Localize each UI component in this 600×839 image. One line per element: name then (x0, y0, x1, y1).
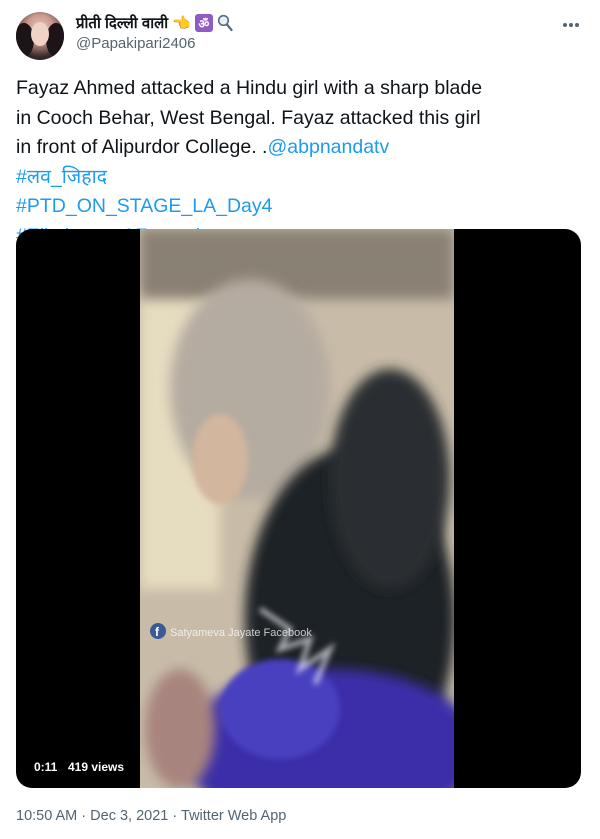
tweet-text-fragment: in front of Alipurdor College. . (16, 136, 268, 158)
avatar[interactable] (16, 12, 64, 60)
video-frame[interactable]: f Satyameva Jayate Facebook (140, 229, 454, 788)
tweet-time[interactable]: 10:50 AM (16, 808, 77, 824)
tweet-date[interactable]: Dec 3, 2021 (90, 808, 168, 824)
hashtag-link[interactable]: #PTD_ON_STAGE_LA_Day4 (16, 192, 586, 222)
magnifier-icon (217, 14, 233, 32)
tweet-source[interactable]: Twitter Web App (181, 808, 286, 824)
hashtag-link[interactable]: #लव_जिहाद (16, 163, 586, 193)
timestamp-separator: · (81, 808, 87, 824)
tweet-text: Fayaz Ahmed attacked a Hindu girl with a… (16, 74, 586, 251)
mention-link[interactable]: @abpnandatv (267, 136, 389, 158)
more-dot-icon (575, 23, 579, 27)
avatar-face (31, 22, 49, 46)
tweet-text-line: Fayaz Ahmed attacked a Hindu girl with a… (16, 77, 483, 99)
video-player[interactable]: f Satyameva Jayate Facebook 0:11 419 vie… (16, 229, 581, 788)
author-handle[interactable]: @Papakipari2406 (76, 35, 195, 52)
video-view-count: 419 views (62, 757, 131, 777)
more-dot-icon (569, 23, 573, 27)
tweet-text-line-with-mention: in front of Alipurdor College. .@abpnand… (16, 133, 586, 163)
timestamp-separator: · (172, 808, 178, 824)
more-dot-icon (563, 23, 567, 27)
tweet-text-line: in Cooch Behar, West Bengal. Fayaz attac… (16, 106, 481, 129)
tweet-timestamp: 10:50 AM · Dec 3, 2021 · Twitter Web App (16, 808, 286, 824)
more-options-button[interactable] (556, 14, 586, 36)
watermark-text: Satyameva Jayate Facebook (170, 627, 312, 639)
tweet: प्रीती दिल्ली वाली 👈 ॐ @Papakipari2406 F… (0, 0, 600, 839)
om-emoji: ॐ (194, 14, 213, 32)
pointing-hand-emoji: 👈 (172, 15, 191, 32)
video-duration: 0:11 (28, 757, 64, 777)
author-name-row[interactable]: प्रीती दिल्ली वाली 👈 ॐ (76, 13, 233, 33)
display-name[interactable]: प्रीती दिल्ली वाली (76, 13, 168, 33)
video-still-image: f Satyameva Jayate Facebook (140, 229, 454, 788)
